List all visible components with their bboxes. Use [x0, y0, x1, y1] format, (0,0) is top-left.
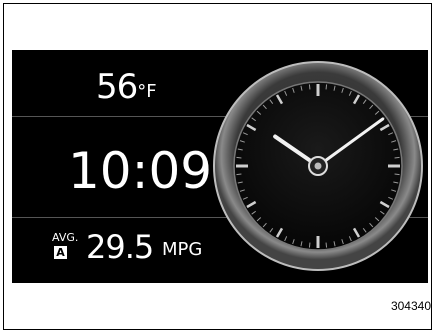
- clock-minute-tick: [308, 242, 311, 248]
- clock-minute-tick: [394, 156, 400, 159]
- multi-information-display: 56°F 10:09 AVG. A 29.5 MPG: [12, 50, 428, 283]
- analog-clock: [213, 61, 423, 271]
- clock-center-pin: [314, 162, 322, 170]
- digital-clock: 10:09: [68, 142, 213, 200]
- clock-minute-tick: [308, 84, 311, 90]
- figure-code: 304340: [390, 299, 431, 313]
- fuel-economy-unit: MPG: [162, 239, 203, 260]
- trip-a-icon: A: [54, 246, 67, 259]
- avg-label: AVG.: [52, 231, 79, 244]
- fuel-economy-value: 29.5: [86, 228, 154, 266]
- clock-minute-tick: [236, 173, 242, 176]
- clock-minute-tick: [325, 242, 328, 248]
- clock-minute-tick: [236, 156, 242, 159]
- temperature-value: 56: [96, 67, 138, 107]
- temperature-unit: °F: [137, 81, 157, 102]
- clock-minute-tick: [325, 84, 328, 90]
- outside-temperature: 56°F: [96, 67, 157, 107]
- clock-minute-tick: [394, 173, 400, 176]
